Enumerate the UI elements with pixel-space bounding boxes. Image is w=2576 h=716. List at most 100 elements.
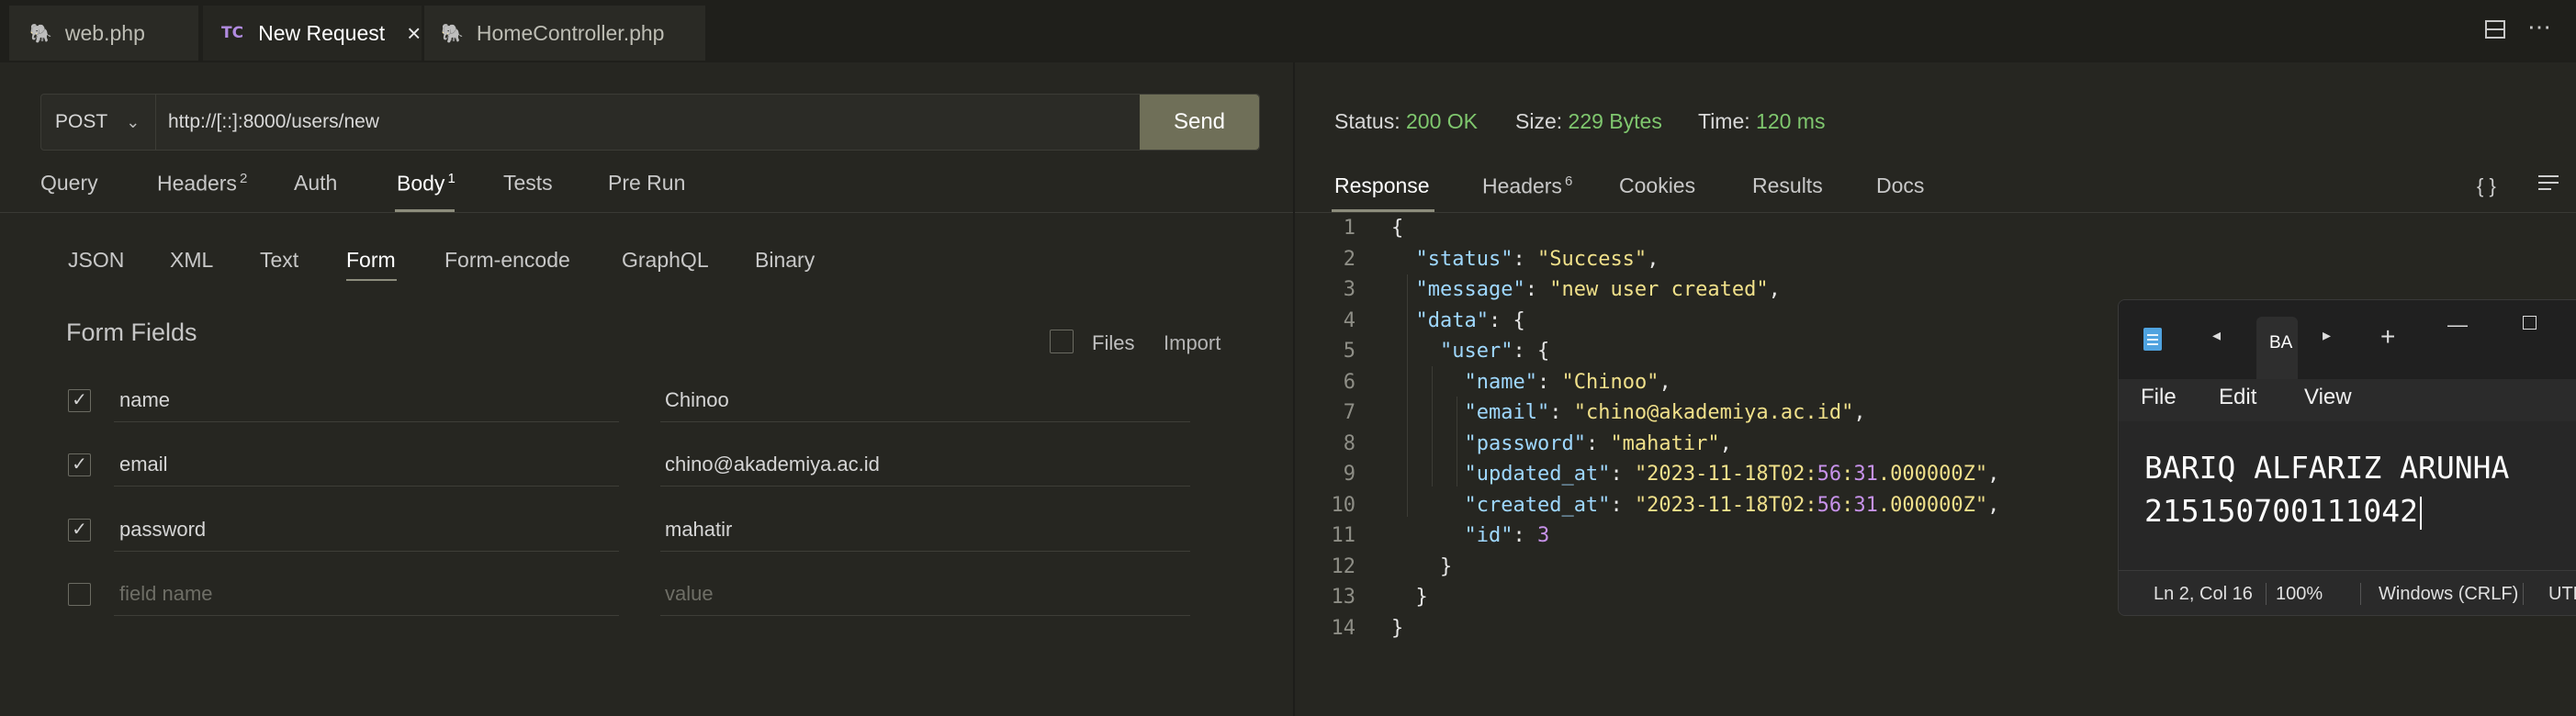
braces-icon[interactable]: { } bbox=[2477, 174, 2496, 198]
line-number: 6 bbox=[1343, 370, 1355, 394]
send-button[interactable]: Send bbox=[1140, 95, 1259, 150]
body-type-text[interactable]: Text bbox=[260, 248, 298, 273]
scroll-left-icon[interactable]: ◂ bbox=[2212, 326, 2221, 345]
notepad-line: BARIQ ALFARIZ ARUNHA bbox=[2144, 450, 2510, 486]
url-input[interactable]: http://[::]:8000/users/new bbox=[168, 95, 379, 150]
tab-web-php[interactable]: 🐘 web.php bbox=[9, 6, 198, 61]
separator bbox=[2523, 583, 2524, 605]
notepad-text-area[interactable]: BARIQ ALFARIZ ARUNHA 215150700111042 bbox=[2144, 446, 2509, 532]
files-label: Files bbox=[1092, 331, 1135, 354]
code-text: "name": "Chinoo", bbox=[1464, 370, 1671, 394]
field-checkbox[interactable]: ✓ bbox=[68, 389, 91, 412]
tab-body[interactable]: Body 1 bbox=[397, 171, 456, 196]
line-number: 2 bbox=[1343, 247, 1355, 271]
code-text: } bbox=[1391, 616, 1404, 640]
field-value-input[interactable]: Chinoo bbox=[660, 378, 1190, 422]
tab-docs[interactable]: Docs bbox=[1876, 173, 1924, 198]
form-row: ✓ email chino@akademiya.ac.id bbox=[68, 442, 1190, 488]
tab-cookies[interactable]: Cookies bbox=[1619, 173, 1695, 198]
field-checkbox[interactable]: ✓ bbox=[68, 519, 91, 542]
more-icon[interactable]: ⋯ bbox=[2527, 13, 2551, 41]
close-icon[interactable]: × bbox=[407, 19, 421, 48]
response-headers-count: 6 bbox=[1564, 173, 1573, 189]
tab-tests[interactable]: Tests bbox=[503, 171, 553, 196]
field-checkbox[interactable]: ✓ bbox=[68, 453, 91, 476]
body-count: 1 bbox=[447, 171, 456, 186]
line-number: 11 bbox=[1331, 524, 1356, 547]
size-readout: Size: 229 Bytes bbox=[1515, 109, 1662, 133]
line-number: 10 bbox=[1331, 493, 1356, 517]
notepad-menubar: File Edit View bbox=[2119, 379, 2576, 421]
body-type-xml[interactable]: XML bbox=[170, 248, 213, 273]
notepad-line: 215150700111042 bbox=[2144, 493, 2419, 529]
tab-homecontroller-php[interactable]: 🐘 HomeController.php bbox=[424, 6, 705, 61]
line-ending[interactable]: Windows (CRLF) bbox=[2379, 584, 2518, 605]
tab-query[interactable]: Query bbox=[40, 171, 98, 196]
field-value-input[interactable]: mahatir bbox=[660, 508, 1190, 552]
size-value: 229 Bytes bbox=[1568, 109, 1662, 133]
line-number: 1 bbox=[1343, 217, 1355, 240]
menu-edit[interactable]: Edit bbox=[2219, 385, 2256, 410]
body-type-form-encode[interactable]: Form-encode bbox=[444, 248, 570, 273]
minimize-icon[interactable]: — bbox=[2447, 313, 2468, 337]
code-text: "id": 3 bbox=[1464, 524, 1550, 547]
split-editor-icon[interactable] bbox=[2484, 18, 2506, 47]
menu-view[interactable]: View bbox=[2304, 385, 2352, 410]
tab-response[interactable]: Response bbox=[1334, 173, 1430, 198]
status-readout: Status: 200 OK bbox=[1334, 109, 1478, 133]
new-tab-icon[interactable]: + bbox=[2380, 322, 2395, 352]
code-text: "status": "Success", bbox=[1415, 247, 1659, 271]
field-value-input[interactable]: chino@akademiya.ac.id bbox=[660, 442, 1190, 487]
code-text: "updated_at": "2023-11-18T02:56:31.00000… bbox=[1464, 463, 2000, 486]
new-field-name-input[interactable]: field name bbox=[114, 572, 619, 616]
tab-results[interactable]: Results bbox=[1752, 173, 1823, 198]
body-type-graphql[interactable]: GraphQL bbox=[622, 248, 709, 273]
php-elephant-icon: 🐘 bbox=[29, 23, 52, 44]
zoom-level[interactable]: 100% bbox=[2276, 584, 2323, 605]
cursor-position: Ln 2, Col 16 bbox=[2154, 584, 2253, 604]
tab-new-request[interactable]: TC New Request × bbox=[203, 6, 422, 61]
line-number: 14 bbox=[1331, 616, 1356, 640]
tab-headers[interactable]: Headers 2 bbox=[157, 171, 247, 196]
field-name-input[interactable]: password bbox=[114, 508, 619, 552]
text-caret bbox=[2420, 496, 2423, 530]
time-readout: Time: 120 ms bbox=[1698, 109, 1826, 133]
tab-pre-run[interactable]: Pre Run bbox=[608, 171, 685, 196]
notepad-statusbar: Ln 2, Col 16 100% Windows (CRLF) UTF bbox=[2119, 570, 2576, 615]
line-number: 13 bbox=[1331, 586, 1356, 609]
tab-label: New Request bbox=[258, 20, 386, 45]
code-text: "user": { bbox=[1439, 340, 1550, 363]
method-select[interactable]: POST ⌄ bbox=[41, 95, 156, 150]
tab-response-headers[interactable]: Headers 6 bbox=[1482, 173, 1572, 199]
field-checkbox[interactable] bbox=[68, 583, 91, 606]
body-type-json[interactable]: JSON bbox=[68, 248, 124, 273]
encoding[interactable]: UTF bbox=[2548, 584, 2576, 605]
form-fields-title: Form Fields bbox=[66, 319, 197, 346]
code-text: "password": "mahatir", bbox=[1464, 431, 1732, 455]
notepad-tab[interactable]: BA bbox=[2256, 317, 2298, 379]
time-value: 120 ms bbox=[1756, 109, 1826, 133]
field-name-input[interactable]: name bbox=[114, 378, 619, 422]
tab-auth[interactable]: Auth bbox=[294, 171, 337, 196]
editor-tab-bar: 🐘 web.php TC New Request × 🐘 HomeControl… bbox=[0, 0, 2576, 62]
pane-splitter[interactable] bbox=[1293, 62, 1295, 716]
active-body-type-underline bbox=[346, 279, 397, 281]
form-row-new: field name value bbox=[68, 572, 1190, 618]
separator bbox=[2266, 583, 2267, 605]
files-checkbox[interactable] bbox=[1050, 330, 1074, 353]
divider bbox=[1295, 212, 2576, 213]
body-type-form[interactable]: Form bbox=[346, 248, 396, 273]
notepad-app-icon bbox=[2143, 328, 2162, 351]
new-field-value-input[interactable]: value bbox=[660, 572, 1190, 616]
import-button[interactable]: Import bbox=[1164, 331, 1221, 355]
body-type-binary[interactable]: Binary bbox=[755, 248, 815, 273]
separator bbox=[2360, 583, 2361, 605]
scroll-right-icon[interactable]: ▸ bbox=[2323, 326, 2331, 345]
maximize-icon[interactable] bbox=[2523, 316, 2537, 330]
code-text: } bbox=[1391, 554, 1453, 578]
wrap-lines-icon[interactable] bbox=[2537, 171, 2560, 200]
menu-file[interactable]: File bbox=[2141, 385, 2177, 410]
field-name-input[interactable]: email bbox=[114, 442, 619, 487]
line-number: 9 bbox=[1343, 463, 1355, 486]
url-bar: POST ⌄ http://[::]:8000/users/new Send bbox=[40, 94, 1260, 151]
